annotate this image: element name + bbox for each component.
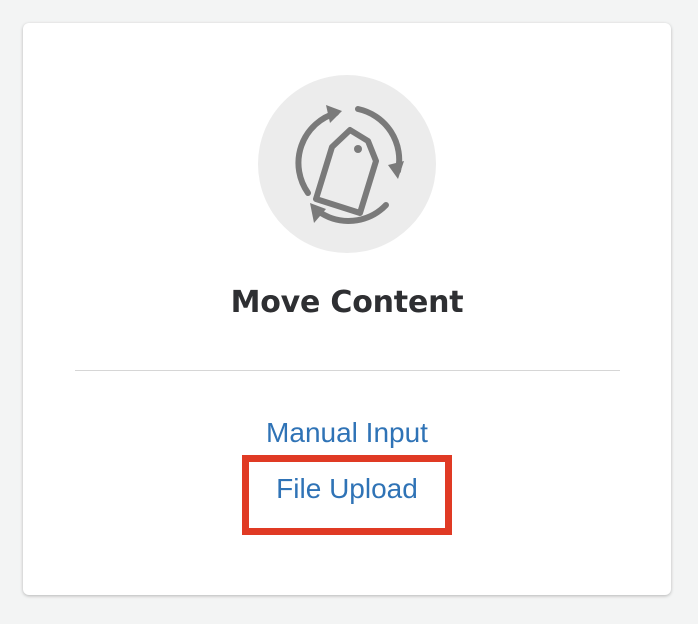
icon-badge <box>258 75 436 253</box>
page-title: Move Content <box>230 285 464 320</box>
manual-input-link[interactable]: Manual Input <box>23 417 671 449</box>
tag-sync-icon <box>295 105 404 224</box>
highlight-box: File Upload <box>242 455 452 535</box>
move-content-card: Move Content Manual Input File Upload <box>23 23 671 595</box>
divider <box>75 370 620 371</box>
file-upload-link[interactable]: File Upload <box>249 473 445 505</box>
